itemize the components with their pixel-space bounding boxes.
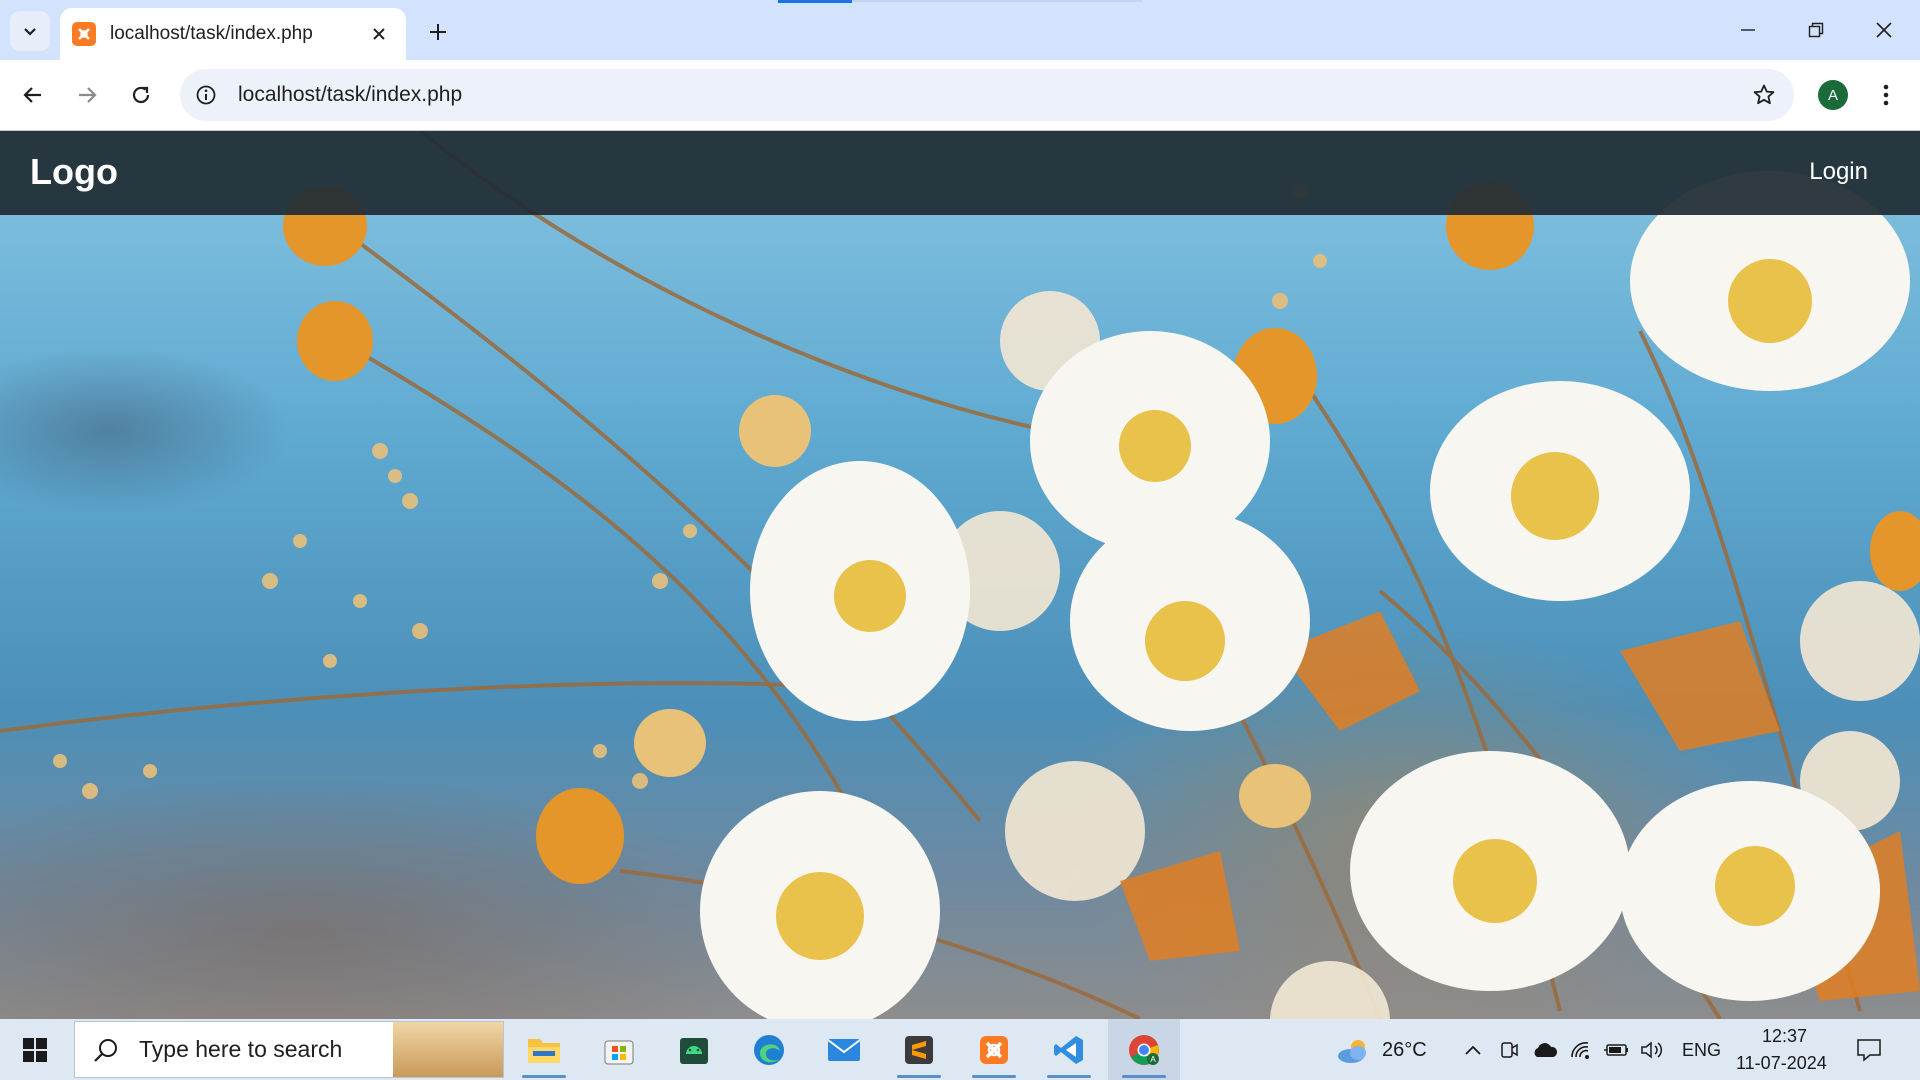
url-text: localhost/task/index.php: [238, 83, 463, 106]
login-link[interactable]: Login: [1809, 158, 1868, 186]
taskbar-vscode[interactable]: [1033, 1019, 1105, 1080]
bookmark-star-icon[interactable]: [1744, 75, 1784, 115]
site-info-icon[interactable]: [188, 77, 224, 113]
clock-time[interactable]: 12:37: [1762, 1026, 1807, 1047]
restore-button[interactable]: [1784, 8, 1848, 52]
search-highlight-image: [393, 1022, 503, 1077]
address-bar[interactable]: localhost/task/index.php: [180, 69, 1794, 121]
meet-now-icon[interactable]: [1496, 1037, 1522, 1063]
site-logo[interactable]: Logo: [30, 151, 118, 193]
site-navbar: Logo Login: [0, 131, 1920, 215]
profile-avatar[interactable]: A: [1818, 80, 1848, 110]
xampp-favicon-icon: [72, 22, 96, 46]
clock-date[interactable]: 11-07-2024: [1736, 1053, 1827, 1074]
volume-icon[interactable]: [1640, 1037, 1666, 1063]
more-vertical-icon: [1883, 84, 1889, 106]
edge-icon: [754, 1034, 784, 1065]
chevron-up-icon[interactable]: [1460, 1037, 1486, 1063]
input-language[interactable]: ENG: [1682, 1040, 1721, 1061]
taskbar-mail[interactable]: [808, 1019, 880, 1080]
notification-icon[interactable]: [1856, 1037, 1882, 1063]
windows-taskbar: Type here to search A 26°C ENG 12:37 11-…: [0, 1019, 1920, 1080]
loading-track: [852, 0, 1142, 2]
forward-button[interactable]: [66, 74, 108, 116]
page-viewport: Logo Login: [0, 131, 1920, 1019]
minimize-icon: [1741, 29, 1755, 31]
arrow-left-icon: [23, 87, 41, 103]
weather-cloud-icon[interactable]: [1336, 1037, 1372, 1063]
store-icon: [604, 1040, 634, 1064]
back-button[interactable]: [12, 74, 54, 116]
search-placeholder: Type here to search: [139, 1036, 343, 1062]
running-indicator: [522, 1075, 566, 1078]
new-tab-button[interactable]: [420, 14, 456, 50]
arrow-right-icon: [79, 87, 97, 103]
running-indicator: [1122, 1075, 1166, 1078]
taskbar-microsoft-store[interactable]: [583, 1019, 655, 1080]
taskbar-edge[interactable]: [733, 1019, 805, 1080]
plus-icon: [430, 24, 446, 40]
tab-strip: localhost/task/index.php: [0, 0, 1920, 60]
mail-icon: [827, 1038, 861, 1061]
svg-text:A: A: [1150, 1055, 1156, 1064]
taskbar-chrome[interactable]: A: [1108, 1019, 1180, 1080]
minimize-button[interactable]: [1716, 8, 1780, 52]
close-icon: [1876, 22, 1892, 38]
running-indicator: [972, 1075, 1016, 1078]
browser-tab[interactable]: localhost/task/index.php: [60, 8, 406, 60]
running-indicator: [897, 1075, 941, 1078]
tab-close-icon[interactable]: [366, 21, 392, 47]
android-studio-icon: [680, 1037, 708, 1064]
folder-icon: [528, 1038, 560, 1063]
browser-toolbar: localhost/task/index.php A: [0, 60, 1920, 130]
search-icon: [94, 1038, 117, 1062]
close-window-button[interactable]: [1852, 8, 1916, 52]
chevron-down-icon: [24, 28, 36, 36]
sublime-text-icon: [905, 1035, 933, 1064]
reload-button[interactable]: [120, 74, 162, 116]
taskbar-search-box[interactable]: Type here to search: [74, 1021, 504, 1078]
start-button[interactable]: [0, 1019, 70, 1080]
tab-title: localhost/task/index.php: [110, 23, 313, 44]
onedrive-icon[interactable]: [1532, 1037, 1558, 1063]
taskbar-sublime-text[interactable]: [883, 1019, 955, 1080]
battery-icon[interactable]: [1604, 1037, 1630, 1063]
hero-background-image: [0, 131, 1920, 1019]
running-indicator: [1047, 1075, 1091, 1078]
taskbar-android-studio[interactable]: [658, 1019, 730, 1080]
vscode-icon: [1054, 1035, 1083, 1064]
chrome-icon: A: [1129, 1034, 1159, 1065]
xampp-icon: [980, 1035, 1008, 1064]
tab-search-button[interactable]: [10, 11, 50, 51]
wifi-icon[interactable]: [1568, 1037, 1594, 1063]
reload-icon: [132, 86, 150, 104]
taskbar-xampp[interactable]: [958, 1019, 1030, 1080]
restore-icon: [1808, 22, 1824, 38]
loading-indicator: [778, 0, 852, 3]
browser-menu-button[interactable]: [1868, 75, 1904, 115]
taskbar-file-explorer[interactable]: [508, 1019, 580, 1080]
windows-logo-icon: [23, 1037, 47, 1062]
weather-temperature[interactable]: 26°C: [1382, 1039, 1427, 1062]
